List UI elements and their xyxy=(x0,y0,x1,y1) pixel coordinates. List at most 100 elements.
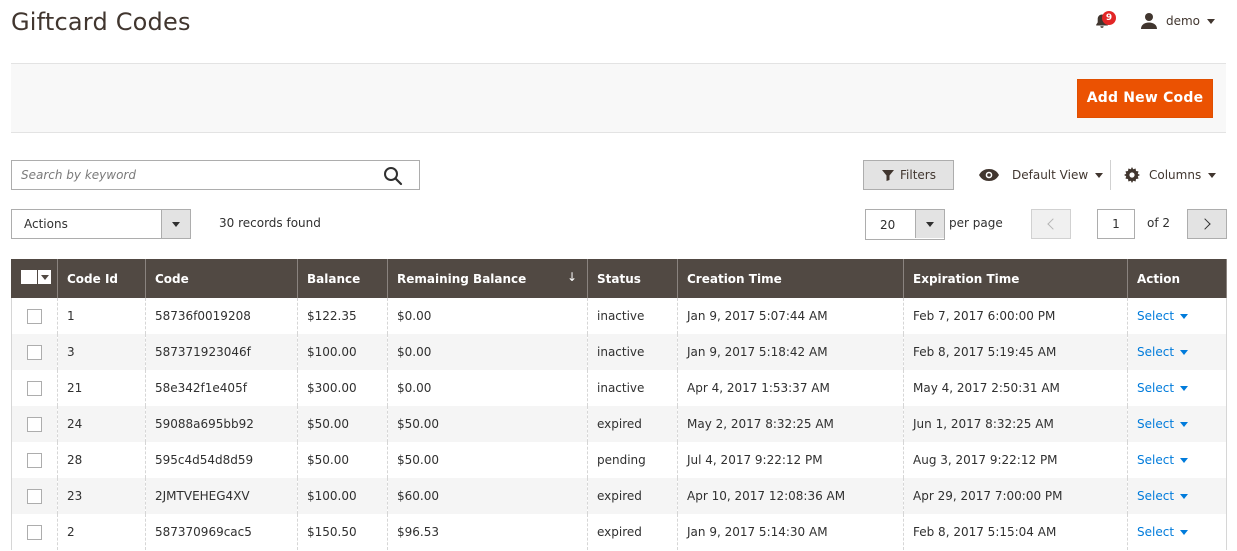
chevron-down-icon xyxy=(1095,172,1104,178)
cell-remaining-balance: $0.00 xyxy=(387,334,588,370)
column-header-code-id[interactable]: Code Id xyxy=(57,259,146,298)
cell-code-id: 1 xyxy=(57,298,146,334)
row-action-label: Select xyxy=(1137,417,1175,431)
cell-expiration-time: Apr 29, 2017 7:00:00 PM xyxy=(903,478,1128,514)
row-action-select[interactable]: Select xyxy=(1137,345,1189,359)
table-row[interactable]: 21 58e342f1e405f $300.00 $0.00 inactive Apr 4… xyxy=(11,370,1227,406)
row-checkbox[interactable] xyxy=(27,488,42,504)
row-action-select[interactable]: Select xyxy=(1137,453,1189,467)
cell-expiration-time: Feb 7, 2017 6:00:00 PM xyxy=(903,298,1128,334)
row-action-select[interactable]: Select xyxy=(1137,309,1189,323)
column-header-expiration-time[interactable]: Expiration Time xyxy=(903,259,1128,298)
chevron-down-icon xyxy=(172,222,180,227)
column-header-balance[interactable]: Balance xyxy=(297,259,388,298)
mass-actions-toggle[interactable] xyxy=(161,210,190,238)
cell-action: Select xyxy=(1127,370,1227,406)
row-action-select[interactable]: Select xyxy=(1137,417,1189,431)
filters-button[interactable]: Filters xyxy=(863,160,954,190)
cell-code-id: 28 xyxy=(57,442,146,478)
cell-remaining-balance: $0.00 xyxy=(387,298,588,334)
table-row[interactable]: 23 2JMTVEHEG4XV $100.00 $60.00 expired Apr 10… xyxy=(11,478,1227,514)
cell-creation-time: Jan 9, 2017 5:14:30 AM xyxy=(677,514,904,550)
cell-status: expired xyxy=(587,514,678,550)
row-action-label: Select xyxy=(1137,345,1175,359)
per-page-label: per page xyxy=(949,216,1003,230)
cell-code-id: 21 xyxy=(57,370,146,406)
table-row[interactable]: 1 58736f0019208 $122.35 $0.00 inactive Jan 9,… xyxy=(11,298,1227,334)
cell-balance: $100.00 xyxy=(297,478,388,514)
funnel-icon xyxy=(882,170,894,181)
column-header-code[interactable]: Code xyxy=(145,259,298,298)
cell-expiration-time: Feb 8, 2017 5:19:45 AM xyxy=(903,334,1128,370)
mass-select-header[interactable] xyxy=(11,259,58,298)
toolbar-divider xyxy=(1110,160,1111,190)
cell-code: 595c4d54d8d59 xyxy=(145,442,298,478)
cell-creation-time: Apr 4, 2017 1:53:37 AM xyxy=(677,370,904,406)
notifications-button[interactable]: 9 xyxy=(1094,11,1116,33)
cell-expiration-time: Feb 8, 2017 5:15:04 AM xyxy=(903,514,1128,550)
search-input[interactable] xyxy=(12,161,372,189)
keyword-search xyxy=(11,160,420,190)
row-checkbox[interactable] xyxy=(27,344,42,360)
column-header-status[interactable]: Status xyxy=(587,259,678,298)
cell-status: expired xyxy=(587,406,678,442)
per-page-select[interactable]: 20 xyxy=(865,209,945,240)
cell-code: 587370969cac5 xyxy=(145,514,298,550)
row-checkbox[interactable] xyxy=(27,380,42,396)
cell-creation-time: Jul 4, 2017 9:22:12 PM xyxy=(677,442,904,478)
table-header-row: Code Id Code Balance Remaining Balance ↓ … xyxy=(11,259,1227,298)
row-checkbox[interactable] xyxy=(27,308,42,324)
table-row[interactable]: 2 587370969cac5 $150.50 $96.53 expired Jan 9,… xyxy=(11,514,1227,550)
cell-remaining-balance: $96.53 xyxy=(387,514,588,550)
cell-action: Select xyxy=(1127,514,1227,550)
row-action-label: Select xyxy=(1137,489,1175,503)
cell-status: inactive xyxy=(587,298,678,334)
table-row[interactable]: 28 595c4d54d8d59 $50.00 $50.00 pending Jul 4,… xyxy=(11,442,1227,478)
table-row[interactable]: 3 587371923046f $100.00 $0.00 inactive Jan 9,… xyxy=(11,334,1227,370)
chevron-down-icon xyxy=(1208,172,1217,178)
row-action-select[interactable]: Select xyxy=(1137,489,1189,503)
row-checkbox[interactable] xyxy=(27,416,42,432)
columns-control[interactable]: Columns xyxy=(1124,160,1217,190)
column-header-creation-time[interactable]: Creation Time xyxy=(677,259,904,298)
next-page-button[interactable] xyxy=(1187,209,1227,239)
giftcard-codes-grid: Code Id Code Balance Remaining Balance ↓ … xyxy=(11,259,1227,550)
row-action-select[interactable]: Select xyxy=(1137,381,1189,395)
cell-balance: $122.35 xyxy=(297,298,388,334)
column-header-remaining-balance-label: Remaining Balance xyxy=(397,271,527,286)
add-new-code-button[interactable]: Add New Code xyxy=(1077,79,1213,118)
cell-status: pending xyxy=(587,442,678,478)
view-switcher[interactable]: Default View xyxy=(978,160,1104,190)
row-action-select[interactable]: Select xyxy=(1137,525,1189,539)
cell-balance: $50.00 xyxy=(297,442,388,478)
cell-remaining-balance: $60.00 xyxy=(387,478,588,514)
per-page-toggle[interactable] xyxy=(915,210,944,238)
row-checkbox[interactable] xyxy=(27,452,42,468)
cell-creation-time: Jan 9, 2017 5:18:42 AM xyxy=(677,334,904,370)
mass-select-checkbox[interactable] xyxy=(21,270,51,284)
cell-action: Select xyxy=(1127,442,1227,478)
mass-actions-select[interactable]: Actions xyxy=(11,209,191,239)
cell-code-id: 24 xyxy=(57,406,146,442)
page-number-input[interactable]: 1 xyxy=(1097,209,1135,239)
page-actions-bar: Add New Code xyxy=(11,63,1226,133)
row-action-label: Select xyxy=(1137,453,1175,467)
sort-arrow-icon: ↓ xyxy=(566,270,577,284)
filters-label: Filters xyxy=(900,168,936,182)
user-menu[interactable]: demo xyxy=(1140,12,1215,30)
cell-balance: $50.00 xyxy=(297,406,388,442)
row-checkbox[interactable] xyxy=(27,524,42,540)
table-row[interactable]: 24 59088a695bb92 $50.00 $50.00 expired May 2,… xyxy=(11,406,1227,442)
search-icon[interactable] xyxy=(383,166,403,186)
chevron-down-icon xyxy=(1180,314,1189,319)
row-action-label: Select xyxy=(1137,525,1175,539)
cell-creation-time: Jan 9, 2017 5:07:44 AM xyxy=(677,298,904,334)
row-select-cell xyxy=(11,334,58,370)
chevron-left-icon xyxy=(1047,218,1059,230)
cell-code-id: 2 xyxy=(57,514,146,550)
user-icon xyxy=(1140,13,1157,29)
column-header-remaining-balance[interactable]: Remaining Balance ↓ xyxy=(387,259,588,298)
chevron-down-icon xyxy=(1207,18,1215,24)
row-select-cell xyxy=(11,370,58,406)
previous-page-button[interactable] xyxy=(1031,209,1071,239)
